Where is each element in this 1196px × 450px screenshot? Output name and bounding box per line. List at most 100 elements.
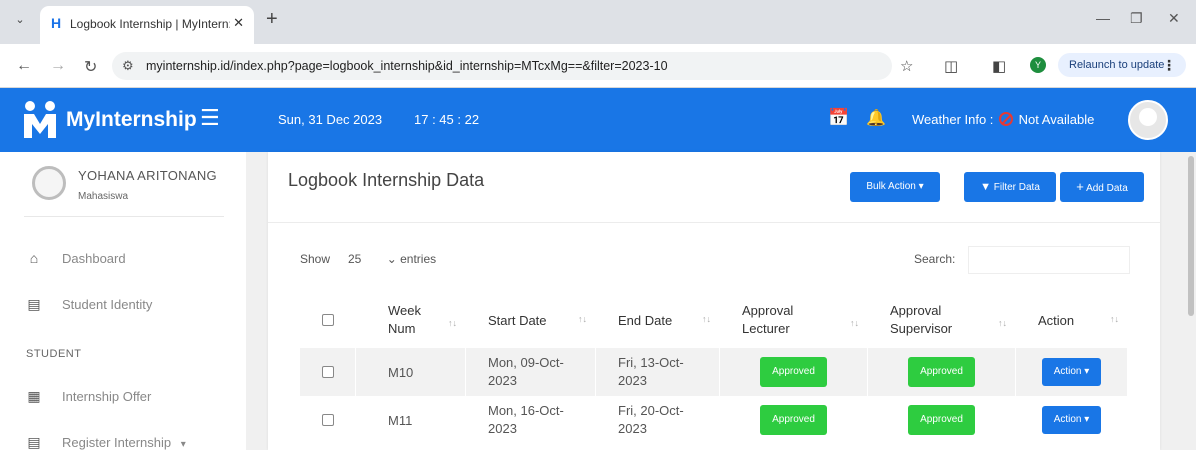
tab-close-icon[interactable]: ✕ [233, 15, 244, 31]
search-input[interactable] [968, 246, 1130, 274]
reload-icon[interactable]: ↻ [84, 57, 97, 77]
bulk-action-label: Bulk Action [866, 181, 916, 192]
bulk-action-button[interactable]: Bulk Action ▾ [850, 172, 940, 202]
caret-down-icon: ▾ [1084, 414, 1090, 425]
sort-icon: ↑↓ [1110, 314, 1119, 324]
site-info-icon[interactable]: ⚙ [122, 58, 134, 74]
week-cell: M10 [356, 348, 466, 396]
column-header-label: End Date [618, 312, 673, 328]
browser-tab-strip: ⌄ H Logbook Internship | MyIntern: ✕ + —… [0, 0, 1196, 44]
start-date-cell: Mon, 16-Oct-2023 [466, 396, 596, 444]
id-card-icon: ▤ [27, 296, 41, 312]
relaunch-button[interactable]: Relaunch to update ⋮ [1058, 53, 1186, 77]
sidebar-divider [24, 216, 224, 217]
entries-select[interactable]: 25 ⌄ entries [340, 246, 444, 272]
home-icon: ⌂ [29, 250, 39, 266]
address-bar[interactable]: ⚙ myinternship.id/index.php?page=logbook… [112, 52, 892, 80]
minimize-icon[interactable]: — [1096, 10, 1110, 26]
page-scrollbar[interactable] [1186, 152, 1196, 450]
filter-icon: ▼ [980, 181, 991, 193]
column-header-label: Action [1038, 312, 1075, 328]
search-label: Search: [914, 252, 956, 266]
url-text[interactable]: myinternship.id/index.php?page=logbook_i… [146, 59, 668, 73]
supervisor-approval-cell: Approved [868, 348, 1016, 396]
add-data-button[interactable]: + Add Data [1060, 172, 1144, 202]
notification-bell-icon[interactable]: 🔔 [866, 108, 886, 128]
start-date-text: Mon, 09-Oct-2023 [488, 355, 564, 388]
form-icon: ▤ [27, 434, 41, 450]
browser-tab-active[interactable]: H Logbook Internship | MyIntern: ✕ [40, 6, 254, 44]
myinternship-logo-icon [24, 101, 56, 138]
status-badge: Approved [908, 405, 975, 435]
back-arrow-icon[interactable]: ← [16, 57, 32, 75]
row-action-button[interactable]: Action ▾ [1041, 406, 1102, 434]
table-row: M11 Mon, 16-Oct-2023 Fri, 20-Oct-2023 Ap… [300, 396, 1128, 444]
weather-info: Weather Info : Not Available [912, 112, 1094, 127]
calendar-icon[interactable]: 📅 [828, 108, 849, 128]
sort-icon: ↑↓ [850, 318, 859, 328]
relaunch-label: Relaunch to update [1069, 59, 1165, 71]
close-window-icon[interactable]: ✕ [1168, 10, 1180, 27]
action-cell: Action ▾ [1016, 396, 1128, 444]
add-data-label: Add Data [1086, 183, 1128, 194]
entries-value: 25 [348, 252, 362, 266]
user-role: Mahasiswa [78, 191, 129, 202]
column-header-approval-lecturer[interactable]: Approval Lecturer ↑↓ [720, 292, 868, 348]
column-header-label: Approval Lecturer [742, 303, 794, 336]
current-time: 17 : 45 : 22 [414, 112, 480, 127]
browser-toolbar: ← → ↻ ⚙ myinternship.id/index.php?page=l… [0, 44, 1196, 88]
sidebar-section-student: STUDENT [26, 348, 82, 360]
column-header-start-date[interactable]: Start Date ↑↓ [466, 292, 596, 348]
row-select-cell [300, 348, 356, 396]
sidebar-item-register-internship[interactable]: ▤ Register Internship ▾ [26, 434, 185, 450]
sidebar-item-label: Dashboard [62, 251, 126, 266]
profile-avatar[interactable]: Y [1030, 57, 1046, 73]
select-all-checkbox[interactable] [321, 314, 334, 326]
chevron-down-icon: ⌄ [386, 252, 397, 266]
current-date: Sun, 31 Dec 2023 [278, 112, 383, 127]
forward-arrow-icon[interactable]: → [50, 57, 66, 75]
brand-name[interactable]: MyInternship [66, 108, 197, 132]
column-header-approval-supervisor[interactable]: Approval Supervisor ↑↓ [868, 292, 1016, 348]
browser-menu-icon[interactable]: ⋮ [1162, 53, 1176, 77]
row-checkbox[interactable] [321, 366, 334, 378]
lecturer-approval-cell: Approved [720, 396, 868, 444]
sidebar-item-student-identity[interactable]: ▤ Student Identity [26, 296, 152, 313]
restore-window-icon[interactable]: ❐ [1130, 10, 1143, 27]
caret-down-icon: ▾ [1084, 366, 1090, 377]
filter-data-label: Filter Data [993, 182, 1040, 193]
weather-value: Not Available [1018, 112, 1095, 127]
bookmark-star-icon[interactable]: ☆ [900, 57, 913, 75]
lecturer-approval-cell: Approved [720, 348, 868, 396]
user-avatar-menu[interactable] [1128, 100, 1168, 140]
row-action-label: Action [1053, 366, 1082, 377]
sidebar-item-dashboard[interactable]: ⌂ Dashboard [26, 250, 126, 266]
user-avatar [32, 166, 66, 200]
row-action-label: Action [1053, 414, 1082, 425]
start-date-cell: Mon, 09-Oct-2023 [466, 348, 596, 396]
sidebar-item-label: Register Internship [62, 435, 172, 450]
table-row: M10 Mon, 09-Oct-2023 Fri, 13-Oct-2023 Ap… [300, 348, 1128, 396]
tab-search-chevron-icon[interactable]: ⌄ [10, 10, 30, 30]
end-date-text: Fri, 13-Oct-2023 [618, 355, 684, 388]
new-tab-plus-icon[interactable]: + [266, 8, 278, 31]
site-favicon-icon: H [51, 15, 62, 31]
column-header-week[interactable]: Week Num ↑↓ [356, 292, 466, 348]
status-badge: Approved [908, 357, 975, 387]
sidebar-item-label: Student Identity [62, 297, 153, 312]
row-checkbox[interactable] [321, 414, 334, 426]
sort-icon: ↑↓ [702, 314, 711, 324]
sidebar-item-internship-offer[interactable]: ▦ Internship Offer [26, 388, 151, 405]
column-header-action[interactable]: Action ↑↓ [1016, 292, 1128, 348]
row-action-button[interactable]: Action ▾ [1041, 358, 1102, 386]
hamburger-menu-icon[interactable]: ☰ [200, 105, 220, 131]
row-select-cell [300, 396, 356, 444]
select-all-cell [300, 292, 356, 348]
scrollbar-thumb[interactable] [1188, 156, 1194, 316]
filter-data-button[interactable]: ▼ Filter Data [964, 172, 1056, 202]
entries-label: entries [400, 252, 437, 266]
extensions-icon[interactable]: ◫ [944, 57, 958, 75]
side-panel-icon[interactable]: ◧ [992, 57, 1006, 75]
column-header-end-date[interactable]: End Date ↑↓ [596, 292, 720, 348]
column-header-label: Week Num [388, 303, 421, 336]
